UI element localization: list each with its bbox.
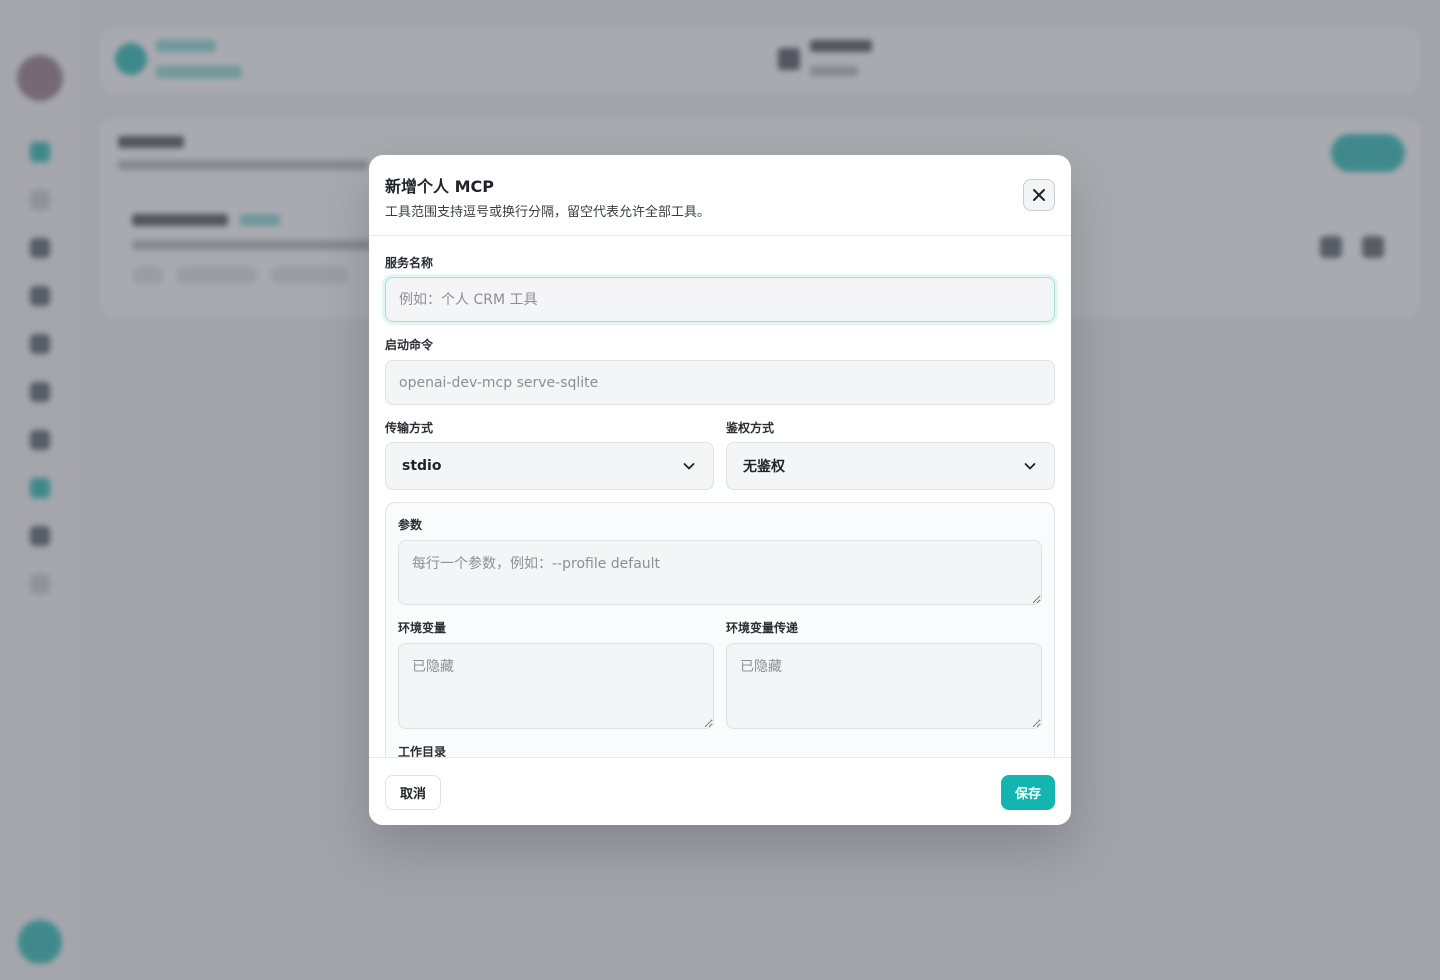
dialog-subtitle: 工具范围支持逗号或换行分隔，留空代表允许全部工具。	[385, 205, 711, 220]
auth-label: 鉴权方式	[726, 421, 775, 435]
env-label: 环境变量	[398, 621, 447, 635]
params-textarea[interactable]	[398, 540, 1042, 605]
env-passthrough-label: 环境变量传递	[726, 621, 799, 635]
env-textarea[interactable]	[398, 643, 714, 729]
chevron-down-icon	[681, 458, 697, 474]
service-name-input[interactable]	[385, 277, 1055, 322]
save-button[interactable]: 保存	[1001, 775, 1055, 810]
transport-label: 传输方式	[385, 421, 434, 435]
dialog-footer: 取消 保存	[369, 757, 1071, 825]
dialog-header: 新增个人 MCP 工具范围支持逗号或换行分隔，留空代表允许全部工具。	[369, 155, 1071, 236]
dialog-title: 新增个人 MCP	[385, 177, 494, 196]
env-passthrough-textarea[interactable]	[726, 643, 1042, 729]
transport-value: stdio	[402, 458, 442, 474]
chevron-down-icon	[1022, 458, 1038, 474]
dialog-body: 服务名称 启动命令 传输方式 stdio 鉴权方式 无鉴权 参数 环境变量 环境…	[369, 237, 1071, 757]
close-icon	[1033, 189, 1045, 201]
auth-value: 无鉴权	[743, 459, 785, 475]
params-label: 参数	[398, 518, 423, 532]
advanced-params-panel: 参数 环境变量 环境变量传递 工作目录	[385, 502, 1055, 757]
cancel-button[interactable]: 取消	[385, 775, 441, 810]
transport-select[interactable]: stdio	[385, 442, 714, 490]
workdir-label: 工作目录	[398, 745, 447, 757]
add-mcp-dialog: 新增个人 MCP 工具范围支持逗号或换行分隔，留空代表允许全部工具。 服务名称 …	[369, 155, 1071, 825]
command-label: 启动命令	[385, 338, 434, 352]
command-input[interactable]	[385, 360, 1055, 405]
service-name-label: 服务名称	[385, 256, 434, 270]
auth-select[interactable]: 无鉴权	[726, 442, 1055, 490]
close-button[interactable]	[1023, 179, 1055, 211]
